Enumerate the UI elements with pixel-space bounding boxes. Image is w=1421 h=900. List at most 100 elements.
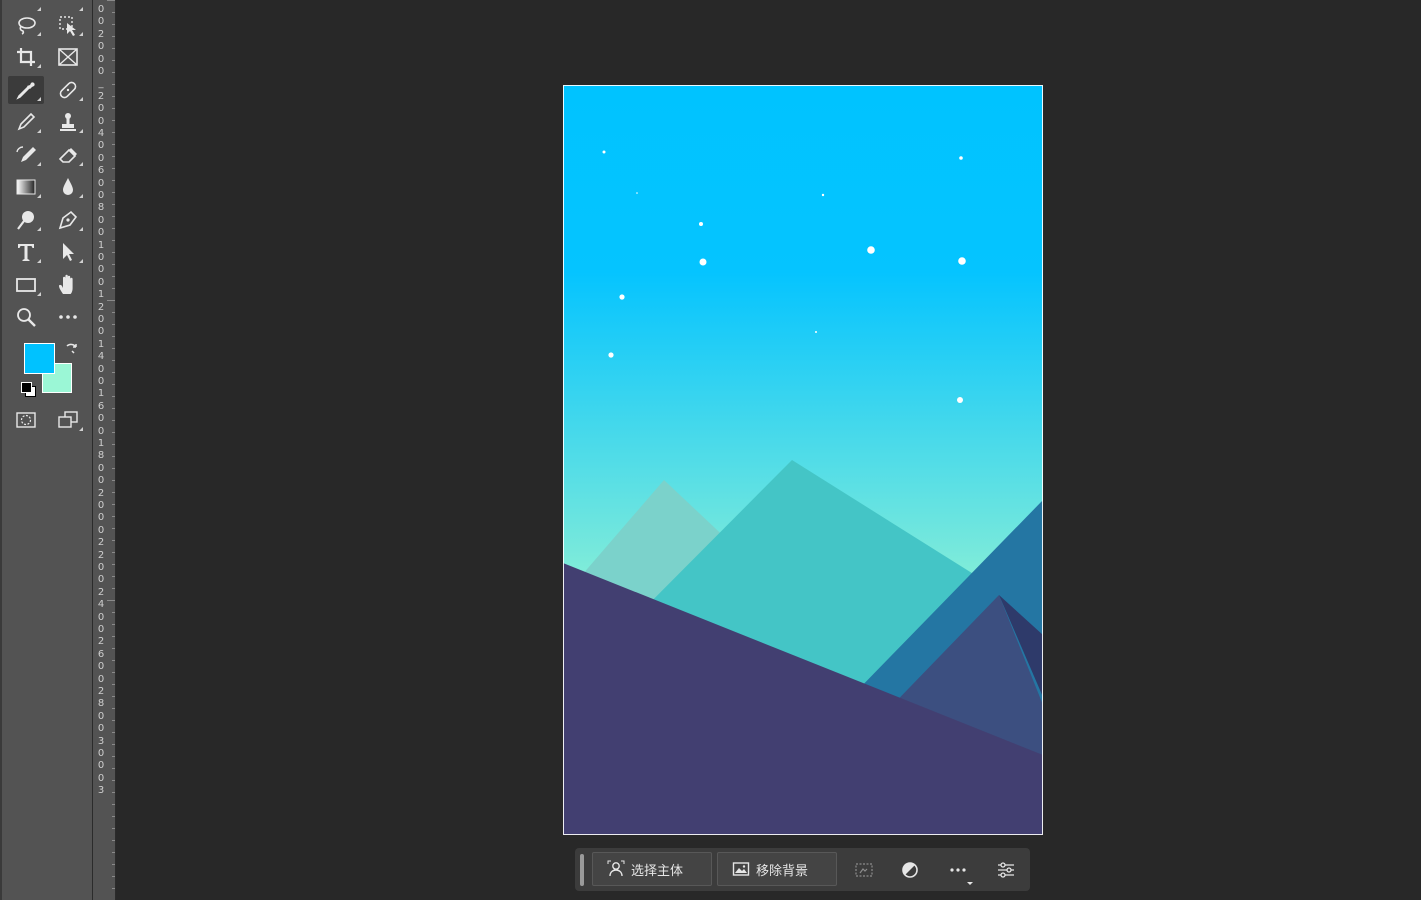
ruler-label: 6 (97, 165, 105, 177)
type-tool[interactable] (8, 238, 44, 266)
ruler-label: 0 (97, 475, 105, 487)
contextual-task-bar: 选择主体 移除背景 (575, 848, 1030, 891)
ruler-tick (112, 288, 115, 289)
ruler-label: 0 (97, 760, 105, 772)
ruler-tick (112, 444, 115, 445)
ruler-tick (112, 312, 115, 313)
ruler-tick (112, 756, 115, 757)
arrow-icon (63, 243, 74, 261)
ruler-label: 6 (97, 648, 105, 660)
ruler-tick (112, 60, 115, 61)
ruler-label: 1 (97, 239, 105, 251)
drag-handle[interactable] (580, 854, 584, 886)
ruler-tick (112, 588, 115, 589)
ruler-tick (107, 600, 115, 601)
ruler-tick (112, 804, 115, 805)
ruler-label: 0 (97, 661, 105, 673)
ruler-label: 8 (97, 202, 105, 214)
ruler-tick (112, 576, 115, 577)
eyedropper-tool[interactable] (8, 76, 44, 104)
adjustment-button[interactable] (897, 857, 923, 883)
gradient-tool[interactable] (8, 173, 44, 201)
ruler-tick (112, 864, 115, 865)
ruler-label: 0 (97, 4, 105, 15)
ruler-label: 0 (97, 512, 105, 524)
hand-tool[interactable] (50, 271, 86, 299)
foreground-color-swatch[interactable] (24, 343, 55, 374)
ruler-tick (112, 720, 115, 721)
eraser-tool[interactable] (50, 141, 86, 169)
ruler-label: 0 (97, 376, 105, 387)
ruler-tick (107, 0, 115, 1)
ruler-tick (112, 492, 115, 493)
ruler-tick (112, 132, 115, 133)
ruler-label: _ (98, 78, 104, 90)
pen-tool[interactable] (50, 206, 86, 234)
ruler-tick (112, 792, 115, 793)
ruler-tick (112, 696, 115, 697)
history-brush-icon (16, 146, 36, 162)
document-canvas[interactable] (563, 85, 1043, 835)
swap-colors-icon[interactable] (64, 341, 80, 357)
object-select-tool[interactable] (50, 11, 86, 39)
ruler-label: 2 (97, 636, 105, 648)
ruler-label: 0 (97, 574, 105, 586)
select-subject-button[interactable]: 选择主体 (592, 852, 712, 886)
ruler-tick (112, 888, 115, 889)
rectangle-tool[interactable] (8, 271, 44, 299)
ruler-label: 2 (97, 301, 105, 313)
remove-background-button[interactable]: 移除背景 (717, 852, 837, 886)
ruler-tick (112, 468, 115, 469)
brush-icon (17, 112, 36, 131)
clone-stamp-tool[interactable] (50, 108, 86, 136)
zoom-tool[interactable] (8, 303, 44, 331)
ruler-tick (112, 276, 115, 277)
more-options-button[interactable] (945, 857, 973, 885)
ruler-label: 2 (97, 90, 105, 102)
ruler-tick (112, 84, 115, 85)
ruler-tick (112, 708, 115, 709)
dodge-tool[interactable] (8, 206, 44, 234)
vertical-ruler[interactable]: 0 0 2 0 0 0 _ 2 0 0 4 0 0 6 0 0 8 0 0 1 0 0 0 1 2 0 0 1 4 0 0 1 6 0 0 1 8 0 0 2… (92, 0, 116, 900)
ruler-tick (112, 72, 115, 73)
ruler-tick (112, 540, 115, 541)
brush-tool[interactable] (8, 108, 44, 136)
select-subject-icon (607, 860, 625, 877)
ruler-label: 2 (97, 28, 105, 40)
bar-settings-button[interactable] (993, 857, 1019, 883)
ruler-label: 0 (97, 772, 105, 784)
screen-mode[interactable] (50, 406, 86, 434)
sliders-icon (998, 862, 1014, 878)
ruler-label: 0 (97, 314, 105, 325)
quick-mask-mode[interactable] (8, 406, 44, 434)
ruler-tick (112, 384, 115, 385)
ruler-tick (112, 552, 115, 553)
drop-icon (63, 178, 73, 195)
path-select-tool[interactable] (50, 238, 86, 266)
blur-tool[interactable] (50, 173, 86, 201)
ruler-label: 0 (97, 227, 105, 239)
ruler-tick (112, 336, 115, 337)
ruler-label: 6 (97, 400, 105, 412)
gradient-icon (16, 179, 36, 195)
ruler-label: 0 (97, 462, 105, 474)
default-colors-icon[interactable] (21, 382, 37, 398)
ruler-label: 0 (97, 413, 105, 425)
screen-mode-icon (58, 411, 78, 428)
ruler-label: 0 (97, 500, 105, 511)
history-brush-tool[interactable] (8, 141, 44, 169)
crop-tool[interactable] (8, 43, 44, 71)
ruler-label: 0 (97, 152, 105, 164)
ruler-tick (112, 456, 115, 457)
lasso-tool[interactable] (8, 11, 44, 39)
frame-tool[interactable] (50, 43, 86, 71)
ruler-tick (112, 420, 115, 421)
transform-button[interactable] (851, 857, 877, 883)
more-tools[interactable] (50, 303, 86, 331)
ruler-tick (112, 360, 115, 361)
ruler-tick (112, 816, 115, 817)
select-subject-label: 选择主体 (631, 863, 684, 879)
dropdown-indicator-icon (967, 882, 973, 885)
healing-brush-tool[interactable] (50, 76, 86, 104)
ruler-tick (112, 480, 115, 481)
